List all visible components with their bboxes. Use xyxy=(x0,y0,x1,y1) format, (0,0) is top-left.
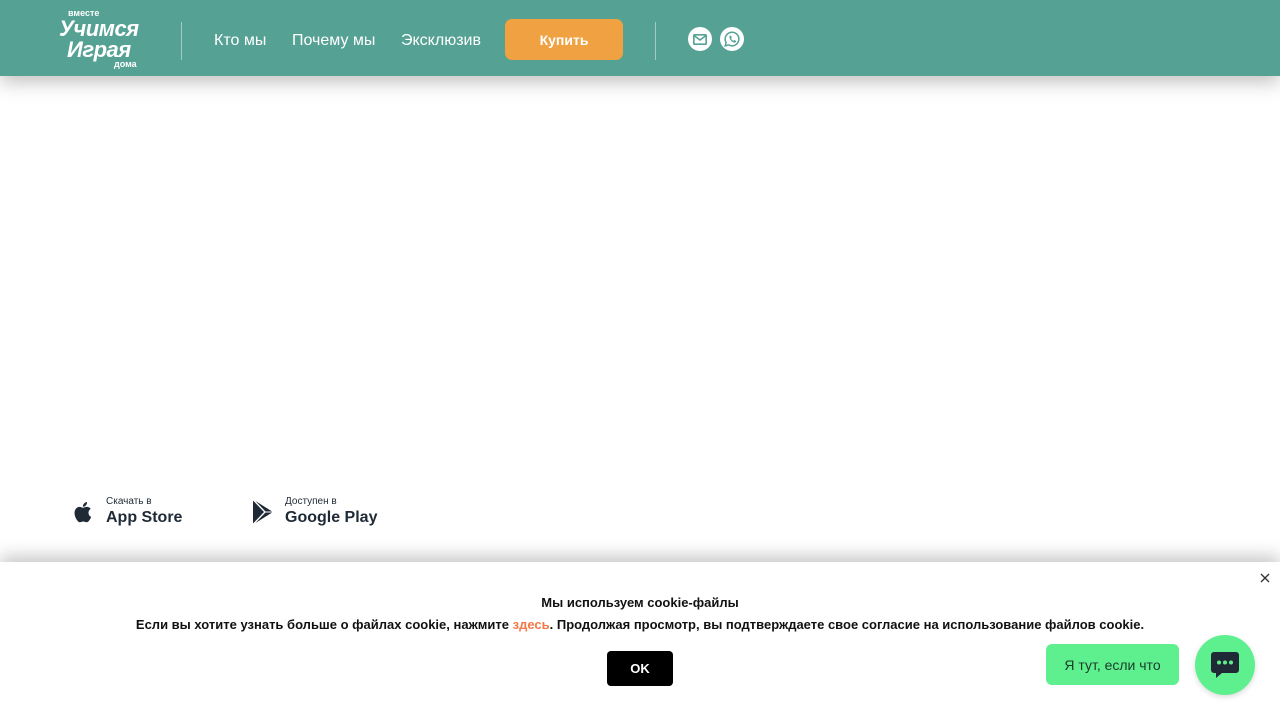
app-store-small: Скачать в xyxy=(106,496,152,507)
cookie-text: Если вы хотите узнать больше о файлах co… xyxy=(0,617,1280,632)
google-play-small: Доступен в xyxy=(285,496,337,507)
header-divider xyxy=(181,22,182,60)
cookie-banner: Мы используем cookie-файлы Если вы хотит… xyxy=(0,562,1280,720)
cookie-info-link[interactable]: здесь xyxy=(513,617,550,632)
logo-line-4: дома xyxy=(114,59,137,69)
google-play-link[interactable]: Доступен в Google Play xyxy=(251,496,377,528)
google-play-large: Google Play xyxy=(285,509,378,526)
logo[interactable]: вместе Учимся Играя дома xyxy=(58,8,154,70)
cookie-text-before: Если вы хотите узнать больше о файлах co… xyxy=(135,617,513,632)
google-play-text: Доступен в Google Play xyxy=(285,496,377,528)
site-header: вместе Учимся Играя дома Кто мы Почему м… xyxy=(0,0,1280,76)
app-store-link[interactable]: Скачать в App Store xyxy=(72,496,182,528)
nav-link-exclusive[interactable]: Эксклюзив xyxy=(401,32,481,50)
whatsapp-icon[interactable] xyxy=(720,27,744,51)
header-divider xyxy=(655,22,656,60)
mail-icon[interactable] xyxy=(688,27,712,51)
chat-button[interactable] xyxy=(1195,635,1255,695)
buy-button[interactable]: Купить xyxy=(505,19,623,60)
apple-icon xyxy=(74,502,92,523)
chat-greeting-bubble[interactable]: Я тут, если что xyxy=(1046,644,1179,685)
cookie-ok-button[interactable]: OK xyxy=(607,651,673,686)
cookie-title: Мы используем cookie-файлы xyxy=(541,595,739,610)
nav-link-why-us[interactable]: Почему мы xyxy=(292,32,375,50)
app-store-text: Скачать в App Store xyxy=(106,496,182,528)
cookie-text-after: . Продолжая просмотр, вы подтверждаете с… xyxy=(549,617,1145,632)
google-play-icon xyxy=(252,499,273,525)
close-icon[interactable] xyxy=(1258,571,1272,585)
chat-icon xyxy=(1211,652,1239,678)
nav-link-about[interactable]: Кто мы xyxy=(214,32,266,50)
app-store-large: App Store xyxy=(106,509,183,526)
